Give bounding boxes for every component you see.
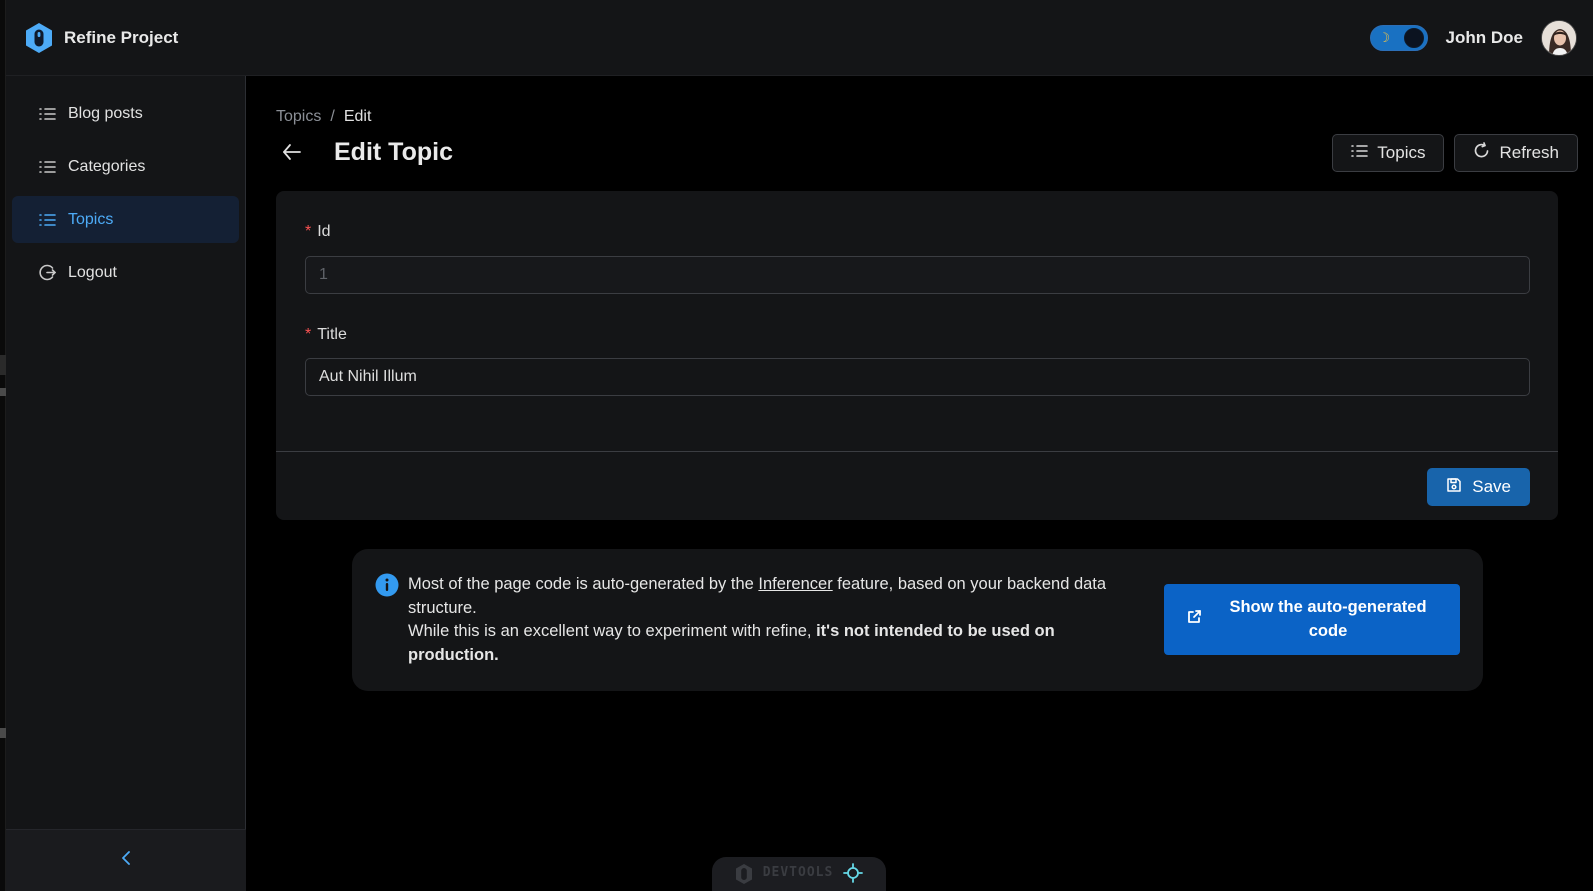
edit-form-card: * Id 1 * Title Aut Nihil Illum Save — [276, 191, 1558, 520]
refresh-icon — [1473, 142, 1490, 164]
info-text-part1: Most of the page code is auto-generated … — [408, 575, 759, 593]
list-icon — [38, 211, 56, 229]
top-header: Refine Project ☽ John Doe — [6, 0, 1593, 76]
chevron-left-icon — [120, 850, 132, 871]
brand-title: Refine Project — [64, 27, 179, 47]
sidebar-item-label: Categories — [68, 157, 146, 175]
title-input-value: Aut Nihil Illum — [319, 368, 417, 385]
sidebar-nav: Blog posts Categories Topics Logout — [6, 76, 245, 296]
theme-toggle[interactable]: ☽ — [1369, 24, 1428, 51]
sidebar-item-logout[interactable]: Logout — [12, 249, 239, 296]
refine-logo-icon — [24, 22, 54, 54]
sidebar-item-label: Blog posts — [68, 104, 143, 122]
save-icon — [1446, 477, 1462, 498]
list-topics-label: Topics — [1377, 143, 1426, 162]
show-generated-code-button[interactable]: Show the auto-generated code — [1164, 584, 1460, 655]
inferencer-link[interactable]: Inferencer — [758, 575, 832, 593]
title-label-text: Title — [317, 326, 347, 343]
info-icon — [375, 573, 399, 597]
header-actions: Topics Refresh — [1332, 134, 1578, 172]
title-input[interactable]: Aut Nihil Illum — [305, 358, 1530, 396]
user-name: John Doe — [1445, 27, 1523, 47]
sidebar: Blog posts Categories Topics Logout — [6, 76, 246, 891]
id-input-value: 1 — [319, 266, 328, 283]
save-label: Save — [1472, 477, 1511, 496]
title-field-label: * Title — [305, 326, 347, 344]
title-row: Edit Topic — [276, 136, 453, 168]
toggle-knob — [1403, 27, 1424, 48]
sidebar-item-label: Topics — [68, 210, 114, 228]
app-root: Refine Project ☽ John Doe Blog posts Cat… — [0, 0, 1593, 891]
card-divider — [276, 451, 1558, 452]
refine-devtools-logo-icon — [735, 863, 753, 890]
required-asterisk: * — [305, 326, 312, 343]
arrow-left-icon — [283, 144, 301, 160]
sidebar-item-topics[interactable]: Topics — [12, 196, 239, 243]
brand[interactable]: Refine Project — [24, 22, 178, 54]
sidebar-item-blog-posts[interactable]: Blog posts — [12, 90, 239, 137]
id-field-label: * Id — [305, 223, 331, 241]
breadcrumb: Topics / Edit — [276, 108, 371, 126]
avatar[interactable] — [1541, 19, 1577, 56]
sidebar-item-label: Logout — [68, 263, 117, 281]
page-title: Edit Topic — [334, 137, 453, 166]
id-label-text: Id — [317, 223, 331, 240]
sidebar-item-categories[interactable]: Categories — [12, 143, 239, 190]
inferencer-info-box: Most of the page code is auto-generated … — [352, 549, 1483, 691]
breadcrumb-current: Edit — [343, 108, 372, 125]
info-text-part3: While this is an excellent way to experi… — [408, 622, 817, 640]
breadcrumb-separator: / — [330, 108, 335, 125]
list-topics-button[interactable]: Topics — [1332, 134, 1445, 172]
breadcrumb-link-topics[interactable]: Topics — [276, 108, 321, 126]
header-right: ☽ John Doe — [1369, 19, 1577, 56]
id-input[interactable]: 1 — [305, 256, 1530, 294]
devtools-label: DEVTOOLS — [762, 865, 834, 880]
list-icon — [38, 158, 56, 176]
list-icon — [38, 105, 56, 123]
crosshair-icon[interactable] — [843, 863, 864, 888]
info-text: Most of the page code is auto-generated … — [408, 573, 1128, 667]
show-generated-code-label: Show the auto-generated code — [1229, 598, 1427, 640]
devtools-pill[interactable]: DEVTOOLS — [712, 857, 886, 891]
main-content: Topics / Edit Edit Topic Topics Refresh … — [247, 76, 1593, 891]
moon-icon: ☽ — [1378, 30, 1391, 45]
save-button[interactable]: Save — [1427, 468, 1530, 506]
refresh-label: Refresh — [1499, 143, 1559, 162]
sidebar-collapse-button[interactable] — [6, 829, 246, 891]
back-button[interactable] — [276, 136, 308, 168]
logout-icon — [38, 264, 56, 282]
external-link-icon — [1186, 609, 1202, 630]
refresh-button[interactable]: Refresh — [1454, 134, 1578, 172]
list-icon — [1351, 143, 1369, 163]
required-asterisk: * — [305, 223, 312, 240]
